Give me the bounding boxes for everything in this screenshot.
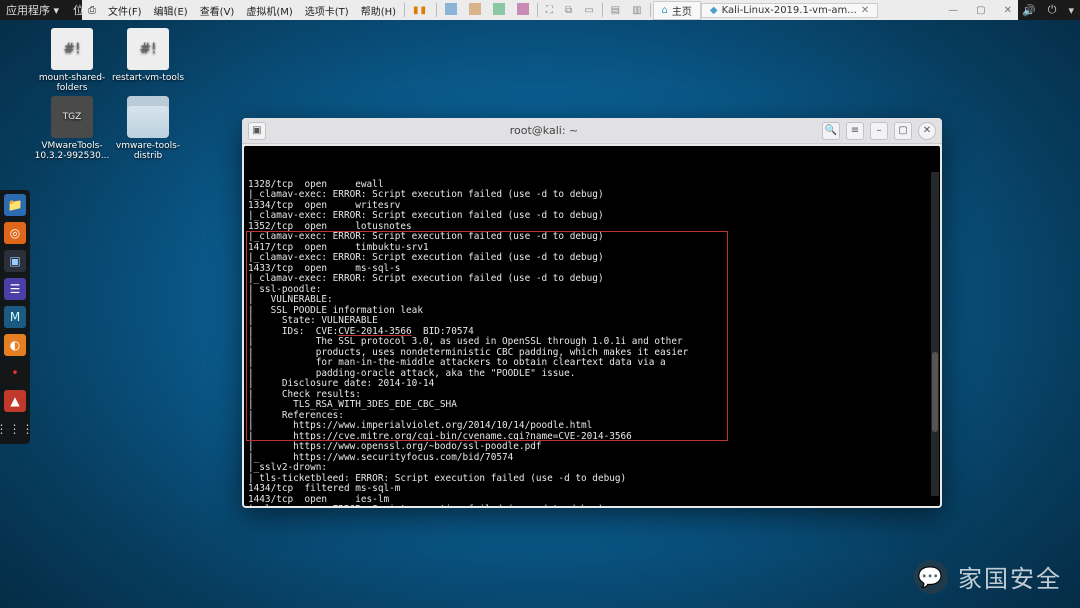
terminal-minimize-button[interactable]: – <box>870 122 888 140</box>
toolbar-icon[interactable] <box>445 3 457 18</box>
toolbar-icon[interactable]: ▭ <box>584 5 593 16</box>
workstation-icon[interactable]: ⎙ <box>88 5 96 16</box>
icon-label: vmware-tools-distrib <box>110 141 186 161</box>
toolbar-icon[interactable] <box>469 3 481 18</box>
desktop-icon-distrib-folder[interactable]: vmware-tools-distrib <box>110 96 186 161</box>
vm-menu-edit[interactable]: 编辑(E) <box>154 3 188 18</box>
tgz-archive-icon: TGZ <box>51 96 93 138</box>
gnome-dock: 📁 ◎ ▣ ☰ M ◐ • ▲ ⋮⋮⋮ <box>0 190 30 444</box>
terminal-titlebar[interactable]: ▣ root@kali: ~ 🔍 ≡ – ▢ ✕ <box>242 118 942 144</box>
toolbar-icon[interactable] <box>493 3 505 18</box>
watermark: 💬 家国安全 <box>914 559 1062 594</box>
vmware-menu-bar: ⎙ 文件(F) 编辑(E) 查看(V) 虚拟机(M) 选项卡(T) 帮助(H) … <box>82 0 1018 20</box>
volume-icon[interactable]: 🔊 <box>1022 4 1036 17</box>
tray-menu-caret-icon[interactable]: ▾ <box>1068 4 1074 17</box>
toolbar-icon[interactable]: ▥ <box>632 5 641 16</box>
toolbar-icon[interactable]: ⧉ <box>565 5 572 16</box>
script-file-icon: #! <box>127 28 169 70</box>
dock-app-icon[interactable]: M <box>4 306 26 328</box>
tab-label: 主页 <box>672 3 692 18</box>
icon-label: restart-vm-tools <box>110 73 186 83</box>
toolbar-icon[interactable] <box>517 3 529 18</box>
watermark-text: 家国安全 <box>958 559 1062 594</box>
vm-menu-help[interactable]: 帮助(H) <box>361 3 396 18</box>
vm-menu-view[interactable]: 查看(V) <box>200 3 235 18</box>
desktop-icon-mount-shared[interactable]: #! mount-shared-folders <box>34 28 110 93</box>
terminal-close-button[interactable]: ✕ <box>918 122 936 140</box>
toolbar-icon[interactable]: ▤ <box>611 5 620 16</box>
icon-label: mount-shared-folders <box>34 73 110 93</box>
vm-menu-vm[interactable]: 虚拟机(M) <box>246 3 292 18</box>
terminal-scrollbar[interactable] <box>931 172 939 496</box>
host-close-icon[interactable]: ✕ <box>1004 5 1012 16</box>
dock-app-icon[interactable]: ☰ <box>4 278 26 300</box>
dock-terminal-icon[interactable]: ▣ <box>4 250 26 272</box>
folder-icon <box>127 96 169 138</box>
wechat-icon: 💬 <box>914 560 948 594</box>
dock-app-icon[interactable]: ▲ <box>4 390 26 412</box>
vm-pause-icon[interactable]: ▮▮ <box>413 5 428 16</box>
dock-files-icon[interactable]: 📁 <box>4 194 26 216</box>
kali-icon: ◆ <box>710 5 718 16</box>
dock-app-icon[interactable]: • <box>4 362 26 384</box>
tab-close-icon[interactable]: ✕ <box>861 5 869 16</box>
dock-app-icon[interactable]: ◎ <box>4 222 26 244</box>
host-minimize-icon[interactable]: — <box>948 5 958 16</box>
terminal-title: root@kali: ~ <box>266 124 822 137</box>
script-file-icon: #! <box>51 28 93 70</box>
toolbar-icon[interactable]: ⛶ <box>546 5 553 16</box>
vm-menu-tabs[interactable]: 选项卡(T) <box>305 3 349 18</box>
icon-label: VMwareTools-10.3.2-992530... <box>34 141 110 161</box>
terminal-output[interactable]: 1328/tcp open ewall |_clamav-exec: ERROR… <box>244 146 940 506</box>
scroll-thumb[interactable] <box>932 352 938 432</box>
terminal-newtab-button[interactable]: ▣ <box>248 122 266 140</box>
gnome-applications[interactable]: 应用程序 ▾ <box>6 2 59 18</box>
vm-menu-file[interactable]: 文件(F) <box>108 3 142 18</box>
tab-label: Kali-Linux-2019.1-vm-am... <box>722 5 857 16</box>
terminal-window: ▣ root@kali: ~ 🔍 ≡ – ▢ ✕ 1328/tcp open e… <box>242 118 942 508</box>
home-icon: ⌂ <box>662 5 668 16</box>
dock-show-apps-icon[interactable]: ⋮⋮⋮ <box>4 418 26 440</box>
host-maximize-icon[interactable]: ▢ <box>976 5 985 16</box>
terminal-search-button[interactable]: 🔍 <box>822 122 840 140</box>
vm-tab-home[interactable]: ⌂ 主页 <box>653 1 701 20</box>
terminal-menu-button[interactable]: ≡ <box>846 122 864 140</box>
terminal-maximize-button[interactable]: ▢ <box>894 122 912 140</box>
desktop-icon-restart-tools[interactable]: #! restart-vm-tools <box>110 28 186 83</box>
power-icon[interactable]: ⏻ <box>1048 3 1057 17</box>
desktop-icon-vmwaretools[interactable]: TGZ VMwareTools-10.3.2-992530... <box>34 96 110 161</box>
dock-firefox-icon[interactable]: ◐ <box>4 334 26 356</box>
vm-tab-kali[interactable]: ◆ Kali-Linux-2019.1-vm-am... ✕ <box>701 3 878 18</box>
